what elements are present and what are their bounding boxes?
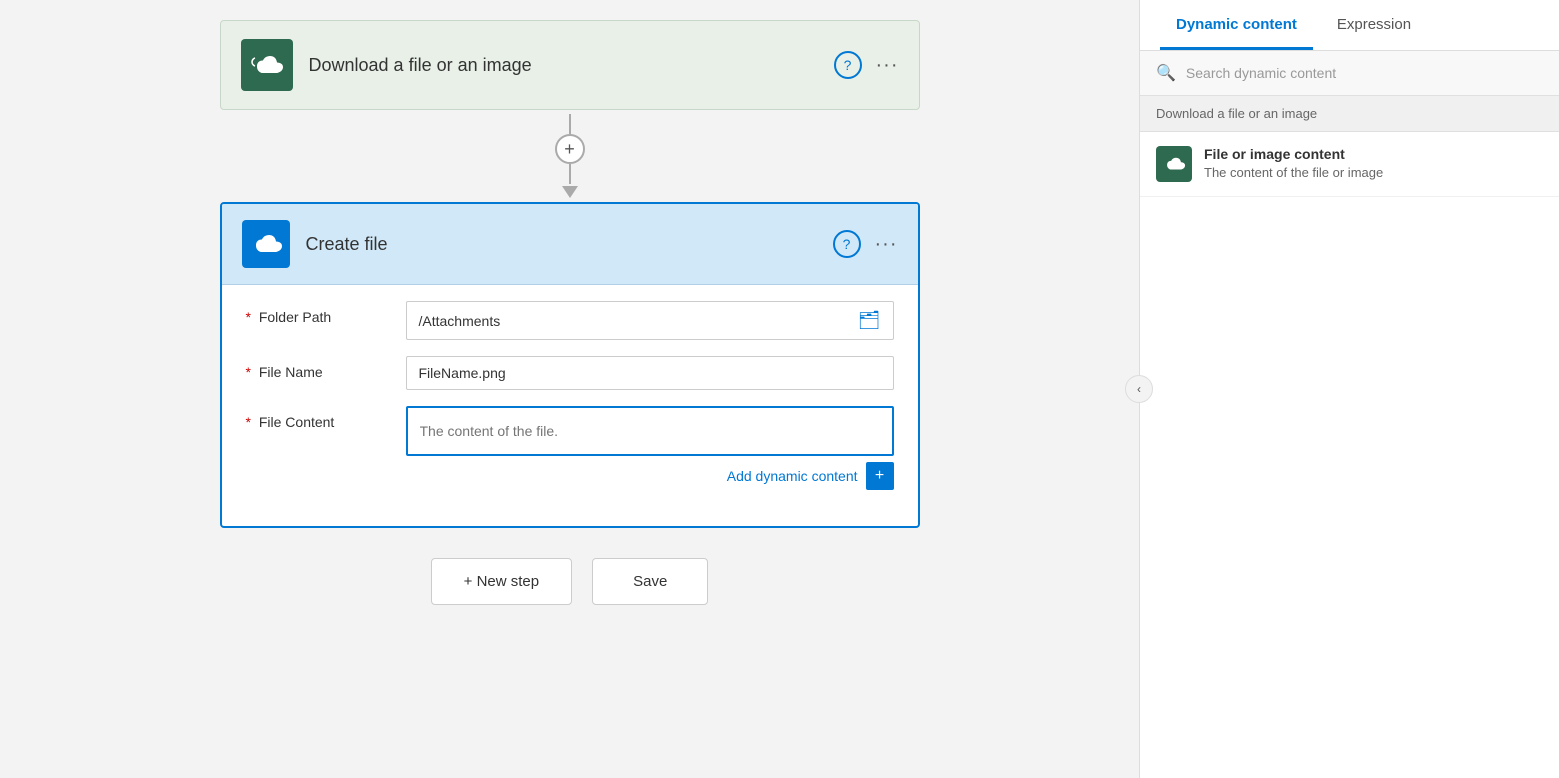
connector-line-bottom (569, 164, 571, 184)
add-step-button[interactable]: + (555, 134, 585, 164)
panel-item-text: File or image content The content of the… (1204, 146, 1543, 180)
panel-item-desc: The content of the file or image (1204, 165, 1543, 180)
folder-browse-icon[interactable]: 🗂 (858, 310, 881, 331)
download-more-button[interactable]: ··· (876, 54, 899, 77)
create-file-more-button[interactable]: ··· (875, 233, 898, 256)
download-help-button[interactable]: ? (834, 51, 862, 79)
add-dynamic-row: Add dynamic content + (406, 462, 894, 490)
folder-path-row: * Folder Path /Attachments 🗂 (246, 301, 894, 340)
tab-expression[interactable]: Expression (1321, 0, 1427, 50)
connector-arrow (562, 186, 578, 198)
file-content-input[interactable] (406, 406, 894, 456)
connector-line-top (569, 114, 571, 134)
download-card-icon (241, 39, 293, 91)
create-file-title: Create file (306, 234, 833, 255)
right-panel: Dynamic content Expression 🔍 Download a … (1139, 0, 1559, 778)
file-name-row: * File Name FileName.png (246, 356, 894, 390)
file-content-row: * File Content Add dynamic content + (246, 406, 894, 490)
add-dynamic-link[interactable]: Add dynamic content (727, 468, 858, 484)
panel-collapse-button[interactable]: ‹ (1125, 375, 1153, 403)
create-file-body: * Folder Path /Attachments 🗂 * File Name (222, 285, 918, 526)
file-content-label: * File Content (246, 406, 406, 430)
create-file-actions: ? ··· (833, 230, 898, 258)
save-button[interactable]: Save (592, 558, 708, 605)
file-name-label: * File Name (246, 356, 406, 380)
right-panel-container: ‹ Dynamic content Expression 🔍 Download … (1139, 0, 1559, 778)
bottom-buttons: + New step Save (431, 558, 709, 605)
dynamic-content-search: 🔍 (1140, 51, 1559, 96)
folder-path-label: * Folder Path (246, 301, 406, 325)
dynamic-content-section-header: Download a file or an image (1140, 96, 1559, 132)
new-step-button[interactable]: + New step (431, 558, 572, 605)
create-file-card: Create file ? ··· * Folder Path /Attachm… (220, 202, 920, 528)
create-file-help-button[interactable]: ? (833, 230, 861, 258)
create-file-header: Create file ? ··· (222, 204, 918, 285)
panel-tabs: Dynamic content Expression (1140, 0, 1559, 51)
panel-item-title: File or image content (1204, 146, 1543, 162)
search-icon: 🔍 (1156, 63, 1176, 83)
download-card-title: Download a file or an image (309, 55, 834, 76)
folder-path-input[interactable]: /Attachments 🗂 (406, 301, 894, 340)
folder-path-input-wrap: /Attachments 🗂 (406, 301, 894, 340)
download-card: Download a file or an image ? ··· (220, 20, 920, 110)
file-name-input[interactable]: FileName.png (406, 356, 894, 390)
download-card-actions: ? ··· (834, 51, 899, 79)
tab-dynamic-content[interactable]: Dynamic content (1160, 0, 1313, 50)
add-dynamic-button[interactable]: + (866, 462, 894, 490)
step-connector: + (555, 114, 585, 198)
create-file-icon (242, 220, 290, 268)
file-name-input-wrap: FileName.png (406, 356, 894, 390)
dynamic-content-item[interactable]: File or image content The content of the… (1140, 132, 1559, 197)
search-input[interactable] (1186, 65, 1543, 81)
file-content-input-wrap: Add dynamic content + (406, 406, 894, 490)
panel-item-icon (1156, 146, 1192, 182)
